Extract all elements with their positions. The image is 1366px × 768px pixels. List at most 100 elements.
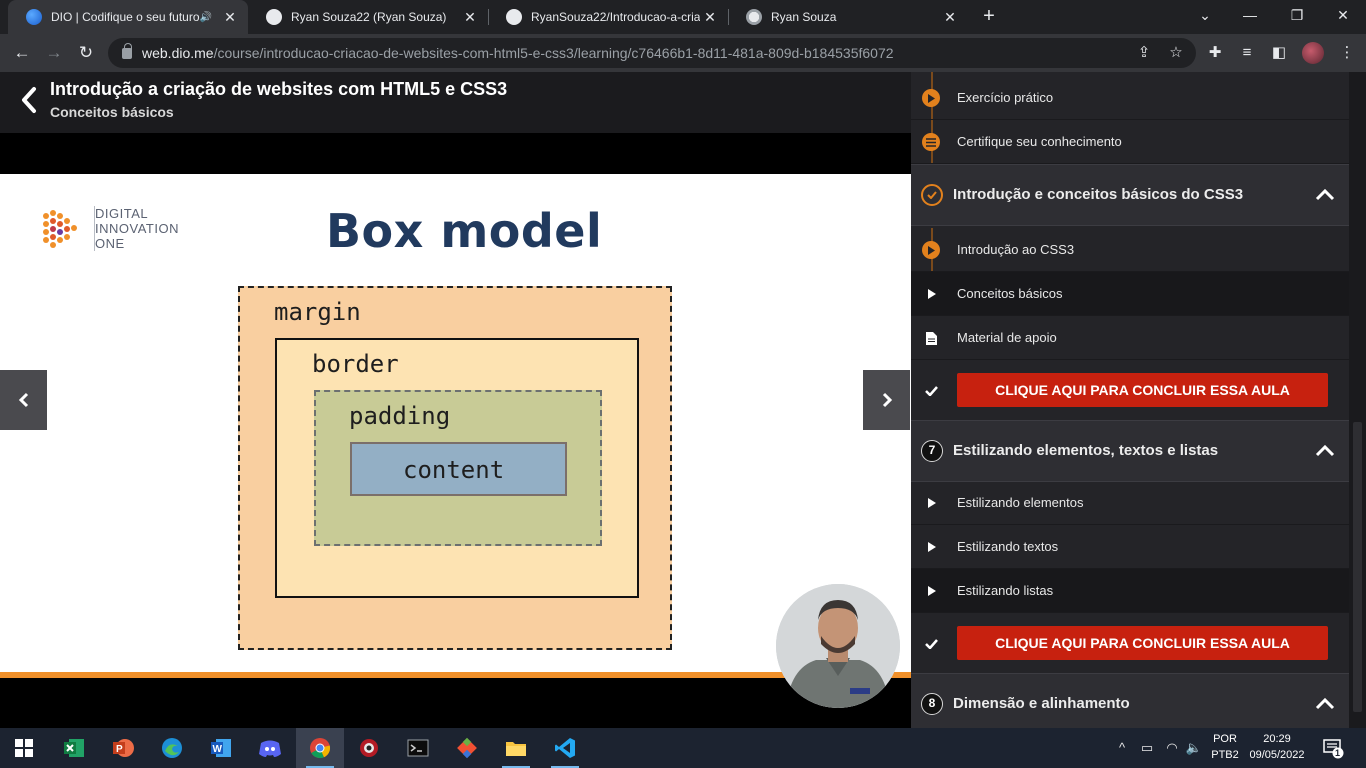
lesson-label: Estilizando elementos [957, 495, 1084, 510]
minimize-icon[interactable]: — [1238, 4, 1262, 26]
box-model-content: content [350, 442, 567, 496]
close-tab-icon[interactable]: ✕ [940, 9, 960, 26]
url-host: web.dio.me [142, 45, 214, 61]
terminal-icon[interactable] [394, 728, 442, 768]
file-explorer-icon[interactable] [492, 728, 540, 768]
volume-icon[interactable]: 🔈 [1184, 738, 1204, 758]
forward-icon[interactable]: → [42, 41, 66, 65]
lesson-item-introducao-css3[interactable]: Introdução ao CSS3 [911, 228, 1349, 272]
margin-label: margin [274, 298, 361, 326]
finish-lesson-button[interactable]: CLIQUE AQUI PARA CONCLUIR ESSA AULA [957, 626, 1328, 660]
lesson-item-estilizando-elementos[interactable]: Estilizando elementos [911, 481, 1349, 525]
browser-tab-dio[interactable]: DIO | Codifique o seu futuro 🔊 ✕ [8, 0, 248, 34]
close-tab-icon[interactable]: ✕ [220, 9, 240, 26]
restore-icon[interactable]: ❐ [1285, 4, 1309, 26]
finish-lesson-row: CLIQUE AQUI PARA CONCLUIR ESSA AULA [911, 360, 1349, 422]
lock-icon[interactable] [122, 42, 132, 59]
course-header: Introdução a criação de websites com HTM… [0, 72, 911, 133]
border-label: border [312, 350, 399, 378]
browser-tab-github-repo[interactable]: RyanSouza22/Introducao-a-criacao ✕ [488, 0, 728, 34]
browser-tab-strip: DIO | Codifique o seu futuro 🔊 ✕ Ryan So… [0, 0, 1366, 34]
taskbar-clock[interactable]: 20:29 09/05/2022 [1244, 731, 1310, 763]
close-window-icon[interactable]: ✕ [1331, 4, 1355, 26]
browser-toolbar: ← → ↻ web.dio.me/course/introducao-criac… [0, 34, 1366, 72]
video-slide[interactable]: DIGITAL INNOVATION ONE Box model margin … [0, 174, 911, 678]
windows-start-icon[interactable] [0, 728, 48, 768]
media-control-icon[interactable]: ≡ [1236, 42, 1258, 64]
word-icon[interactable]: W [197, 728, 245, 768]
finish-lesson-button[interactable]: CLIQUE AQUI PARA CONCLUIR ESSA AULA [957, 373, 1328, 407]
discord-icon[interactable] [246, 728, 294, 768]
input-language[interactable]: POR PTB2 [1210, 731, 1240, 763]
back-chevron-icon[interactable] [18, 86, 40, 114]
globe-icon [746, 9, 762, 25]
new-tab-icon[interactable]: + [978, 5, 1000, 27]
battery-icon[interactable]: ▭ [1137, 738, 1157, 758]
chevron-left-icon [18, 392, 28, 408]
tab-search-icon[interactable]: ⌄ [1193, 4, 1217, 26]
lesson-item-exercicio-pratico[interactable]: Exercício prático [911, 76, 1349, 120]
lesson-subtitle: Conceitos básicos [50, 104, 174, 120]
close-tab-icon[interactable]: ✕ [460, 9, 480, 26]
speaker-icon[interactable]: 🔊 [200, 12, 212, 23]
box-model-border: border padding content [275, 338, 639, 598]
chrome-icon[interactable] [296, 728, 344, 768]
chevron-up-icon[interactable] [1315, 444, 1335, 458]
lesson-label: Material de apoio [957, 330, 1057, 345]
back-icon[interactable]: ← [10, 41, 34, 65]
module-css3-intro[interactable]: Introdução e conceitos básicos do CSS3 [911, 164, 1349, 226]
lesson-item-estilizando-listas[interactable]: Estilizando listas [911, 569, 1349, 613]
svg-text:P: P [116, 744, 123, 755]
clock-time: 20:29 [1263, 733, 1291, 745]
edge-icon[interactable] [148, 728, 196, 768]
profile-avatar[interactable] [1302, 42, 1324, 64]
chevron-right-icon [882, 392, 892, 408]
lesson-item-conceitos-basicos[interactable]: Conceitos básicos [911, 272, 1349, 316]
windows-taskbar: P W ^ ▭ ◠ 🔈 POR PTB2 20:29 09/05/2022 1 [0, 728, 1366, 768]
module-completed-check-icon [921, 184, 943, 206]
powerpoint-icon[interactable]: P [99, 728, 147, 768]
chevron-up-icon[interactable] [1315, 188, 1335, 202]
extensions-icon[interactable]: ✚ [1204, 42, 1226, 64]
vscode-icon[interactable] [541, 728, 589, 768]
module-8[interactable]: 8 Dimensão e alinhamento [911, 673, 1349, 728]
play-icon [923, 583, 939, 599]
browser-tab-ryan-souza[interactable]: Ryan Souza ✕ [728, 0, 968, 34]
scrollbar-thumb[interactable] [1353, 422, 1362, 712]
app-icon[interactable] [345, 728, 393, 768]
logo-line: ONE [95, 236, 125, 251]
browser-tab-github-profile[interactable]: Ryan Souza22 (Ryan Souza) ✕ [248, 0, 488, 34]
tab-title: DIO | Codifique o seu futuro [51, 10, 200, 24]
chevron-up-icon[interactable] [1315, 697, 1335, 711]
bookmark-star-icon[interactable]: ☆ [1166, 43, 1186, 63]
wifi-icon[interactable]: ◠ [1162, 738, 1182, 758]
excel-icon[interactable] [50, 728, 98, 768]
module-title: Estilizando elementos, textos e listas [953, 442, 1219, 459]
reload-icon[interactable]: ↻ [74, 41, 98, 65]
sidebar-scrollbar[interactable] [1349, 72, 1366, 728]
tab-title: Ryan Souza22 (Ryan Souza) [291, 10, 447, 24]
lesson-item-estilizando-textos[interactable]: Estilizando textos [911, 525, 1349, 569]
play-icon [922, 89, 940, 107]
content-label: content [403, 456, 505, 484]
address-bar[interactable]: web.dio.me/course/introducao-criacao-de-… [108, 38, 1196, 68]
side-panel-icon[interactable]: ◧ [1268, 42, 1290, 64]
share-icon[interactable]: ⇪ [1134, 43, 1154, 63]
lesson-label: Conceitos básicos [957, 286, 1063, 301]
chrome-menu-icon[interactable]: ⋮ [1336, 42, 1358, 64]
logo-line: INNOVATION [95, 221, 179, 236]
check-icon [923, 636, 939, 652]
notification-center-icon[interactable]: 1 [1322, 737, 1344, 759]
svg-text:W: W [213, 744, 223, 755]
chevron-up-icon[interactable]: ^ [1114, 738, 1130, 758]
lesson-item-certifique[interactable]: Certifique seu conhecimento [911, 120, 1349, 164]
close-tab-icon[interactable]: ✕ [700, 9, 720, 26]
previous-lesson-button[interactable] [0, 370, 47, 430]
git-icon[interactable] [443, 728, 491, 768]
module-7[interactable]: 7 Estilizando elementos, textos e listas [911, 420, 1349, 482]
lesson-item-material-de-apoio[interactable]: Material de apoio [911, 316, 1349, 360]
box-model-margin: margin border padding content [238, 286, 672, 650]
lesson-label: Exercício prático [957, 90, 1054, 105]
clock-date: 09/05/2022 [1249, 749, 1305, 761]
next-lesson-button[interactable] [863, 370, 910, 430]
